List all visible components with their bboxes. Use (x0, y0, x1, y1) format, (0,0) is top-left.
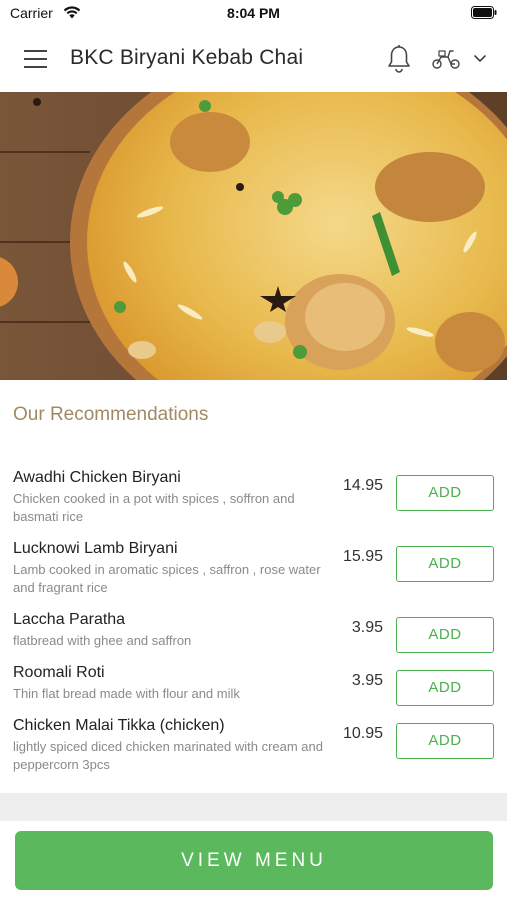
item-price: 15.95 (342, 548, 383, 565)
item-price: 14.95 (342, 477, 383, 494)
chevron-down-icon[interactable] (473, 54, 487, 64)
section-divider (0, 793, 507, 821)
biryani-illustration (0, 92, 507, 380)
restaurant-title: BKC Biryani Kebab Chai (70, 46, 304, 69)
item-name: Chicken Malai Tikka (chicken) (13, 717, 225, 734)
battery-icon (471, 6, 497, 19)
scooter-icon[interactable] (431, 48, 461, 70)
item-name: Awadhi Chicken Biryani (13, 469, 181, 486)
add-button[interactable]: ADD (396, 670, 494, 706)
item-description: Chicken cooked in a pot with spices , so… (13, 491, 295, 524)
item-description: flatbread with ghee and saffron (13, 633, 192, 648)
item-price: 3.95 (351, 672, 383, 689)
item-description: lightly spiced diced chicken marinated w… (13, 739, 323, 772)
status-time: 8:04 PM (227, 5, 280, 21)
status-bar: Carrier 8:04 PM (0, 0, 507, 26)
hero-biryani-image (0, 92, 507, 380)
add-button[interactable]: ADD (396, 617, 494, 653)
nav-bar: BKC Biryani Kebab Chai (0, 26, 507, 92)
add-button[interactable]: ADD (396, 475, 494, 511)
bell-icon[interactable] (386, 44, 412, 74)
menu-icon[interactable] (24, 50, 47, 68)
item-name: Roomali Roti (13, 664, 105, 681)
item-description: Thin flat bread made with flour and milk (13, 686, 240, 701)
item-description: Lamb cooked in aromatic spices , saffron… (13, 562, 321, 595)
section-title: Our Recommendations (13, 404, 209, 425)
item-name: Lucknowi Lamb Biryani (13, 540, 178, 557)
view-menu-button[interactable]: VIEW MENU (15, 831, 493, 890)
item-price: 3.95 (351, 619, 383, 636)
item-price: 10.95 (342, 725, 383, 742)
add-button[interactable]: ADD (396, 723, 494, 759)
item-name: Laccha Paratha (13, 611, 126, 628)
add-button[interactable]: ADD (396, 546, 494, 582)
